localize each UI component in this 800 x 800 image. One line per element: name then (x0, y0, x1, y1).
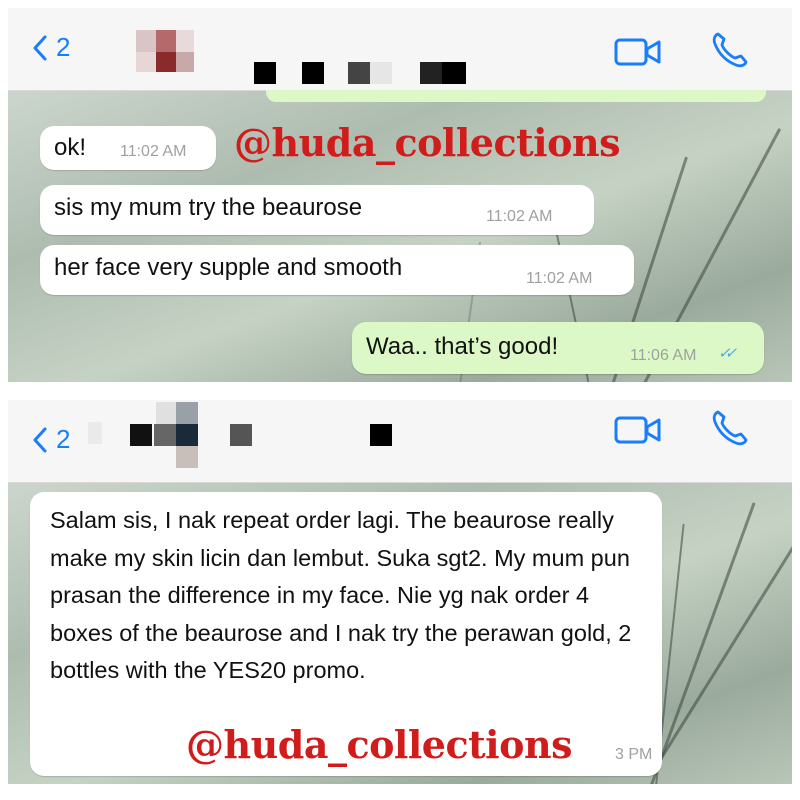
chevron-left-icon (33, 35, 47, 60)
previous-message-bubble (266, 90, 766, 102)
message-time: 11:02 AM (486, 208, 553, 225)
wallpaper-stem (658, 504, 792, 762)
message-time: 11:06 AM (630, 347, 697, 364)
back-count: 2 (56, 32, 71, 62)
message-time: 11:02 AM (526, 270, 593, 287)
chat-header: 2 (8, 8, 792, 91)
message-text: Salam sis, I nak repeat order lagi. The … (50, 507, 632, 683)
chat-header: 2 (8, 400, 792, 483)
message-bubble[interactable]: sis my mum try the beaurose 11:02 AM (40, 185, 594, 235)
message-text: her face very supple and smooth (54, 254, 403, 281)
back-button[interactable]: 2 (32, 424, 70, 455)
watermark: @huda_collections (234, 120, 620, 165)
message-bubble[interactable]: ok! 11:02 AM (40, 126, 216, 170)
message-text: sis my mum try the beaurose (54, 194, 363, 221)
watermark: @huda_collections (186, 722, 572, 767)
sent-message-bubble[interactable]: Waa.. that’s good! 11:06 AM ✓✓ (352, 322, 764, 374)
message-text: ok! (54, 134, 87, 161)
message-time: 3 PM (615, 746, 653, 763)
phone-icon[interactable] (710, 30, 750, 70)
video-call-icon[interactable] (614, 414, 662, 446)
chat-screenshot-2: 2 Salam sis, I nak repeat order lagi. Th… (8, 400, 792, 784)
chat-screenshot-1: 2 ok! 11:02 AM @huda_collections sis my … (8, 8, 792, 382)
back-count: 2 (56, 424, 71, 454)
chevron-left-icon (33, 427, 47, 452)
double-check-icon: ✓✓ (718, 345, 737, 362)
phone-icon[interactable] (710, 408, 750, 448)
video-call-icon[interactable] (614, 36, 662, 68)
message-time: 11:02 AM (120, 143, 187, 160)
message-text: Waa.. that’s good! (366, 333, 559, 360)
back-button[interactable]: 2 (32, 32, 70, 63)
message-bubble[interactable]: her face very supple and smooth 11:02 AM (40, 245, 634, 295)
